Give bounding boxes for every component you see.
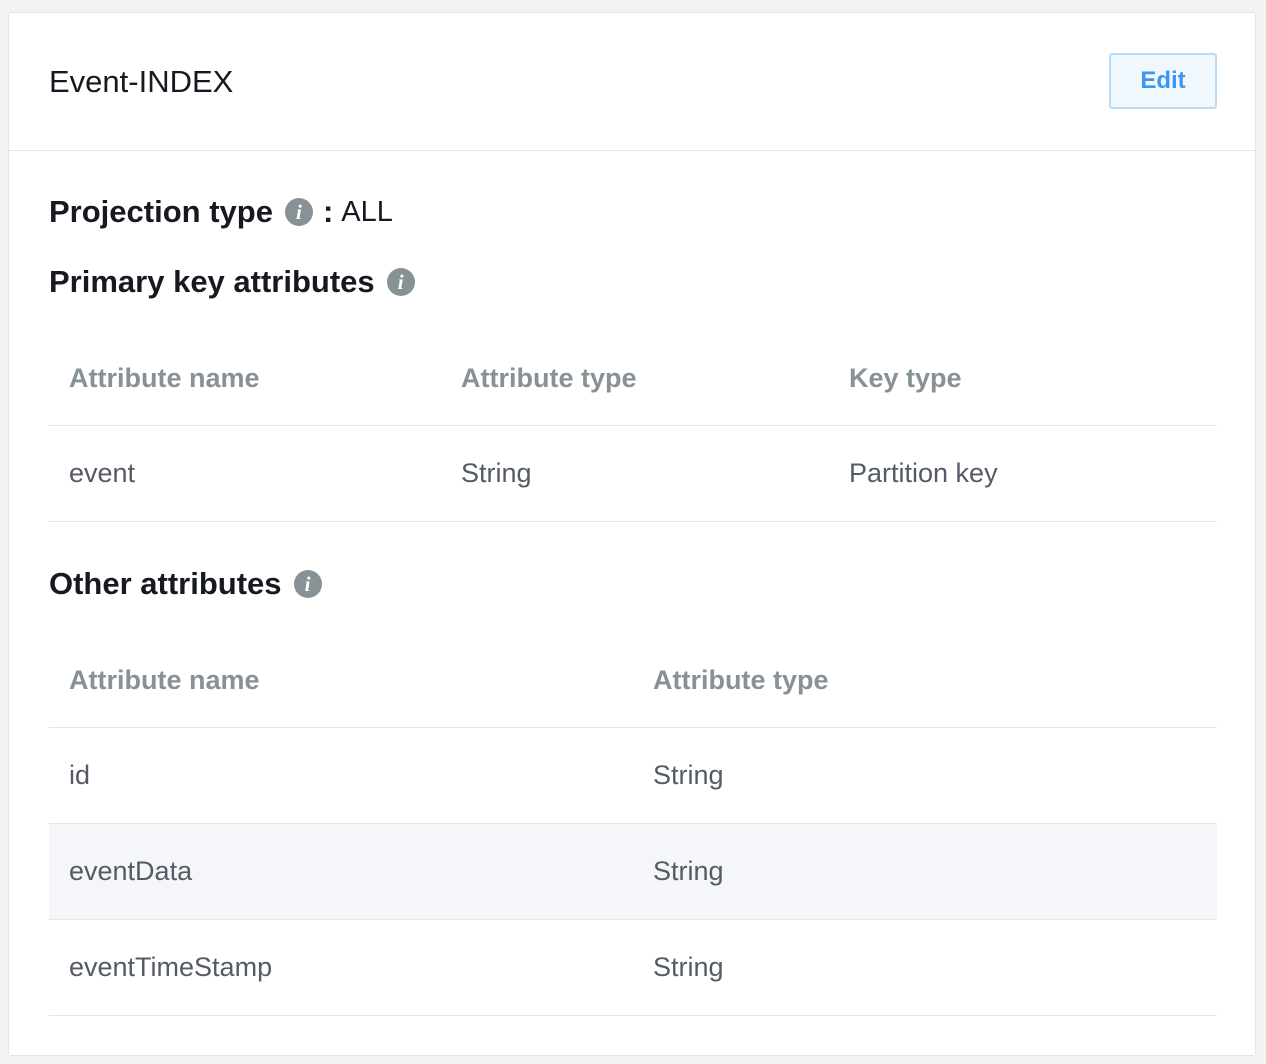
primary-key-table: Attribute name Attribute type Key type e… <box>49 331 1217 522</box>
table-row: eventTimeStamp String <box>49 920 1217 1016</box>
column-header-attribute-type: Attribute type <box>461 362 637 393</box>
attribute-name-cell: eventTimeStamp <box>69 952 273 982</box>
info-icon[interactable]: i <box>293 570 322 598</box>
key-type-cell: Partition key <box>849 458 998 488</box>
attribute-type-cell: String <box>653 856 724 886</box>
table-row-highlighted: eventData String <box>49 824 1217 920</box>
column-header-attribute-name: Attribute name <box>69 664 260 695</box>
column-header-key-type: Key type <box>849 362 962 393</box>
info-icon[interactable]: i <box>386 268 415 296</box>
projection-type-value: ALL <box>341 196 393 228</box>
attribute-type-cell: String <box>461 458 532 488</box>
table-row: id String <box>49 728 1217 824</box>
attribute-name-cell: id <box>69 760 91 790</box>
primary-key-heading: Primary key attributes i <box>49 263 415 301</box>
table-header: Attribute name Attribute type Key type <box>49 331 1217 426</box>
info-icon[interactable]: i <box>284 198 313 226</box>
index-title: Event-INDEX <box>49 64 234 99</box>
primary-key-label: Primary key attributes <box>49 264 375 299</box>
other-attributes-table: Attribute name Attribute type id String … <box>49 633 1217 1016</box>
other-attributes-heading: Other attributes i <box>49 565 322 603</box>
attribute-name-cell: event <box>69 458 136 488</box>
index-card: Event-INDEX Edit Projection type i : ALL… <box>8 12 1256 1056</box>
projection-separator: : <box>322 194 334 229</box>
edit-button[interactable]: Edit <box>1109 53 1217 109</box>
card-header: Event-INDEX Edit <box>9 13 1255 151</box>
table-header: Attribute name Attribute type <box>49 633 1217 728</box>
projection-type-heading: Projection type i : ALL <box>49 193 393 231</box>
column-header-attribute-type: Attribute type <box>653 664 829 695</box>
attribute-type-cell: String <box>653 760 724 790</box>
table-row: event String Partition key <box>49 426 1217 522</box>
column-header-attribute-name: Attribute name <box>69 362 260 393</box>
attribute-name-cell: eventData <box>69 856 193 886</box>
projection-type-label: Projection type <box>49 194 273 229</box>
other-attributes-label: Other attributes <box>49 566 282 601</box>
attribute-type-cell: String <box>653 952 724 982</box>
